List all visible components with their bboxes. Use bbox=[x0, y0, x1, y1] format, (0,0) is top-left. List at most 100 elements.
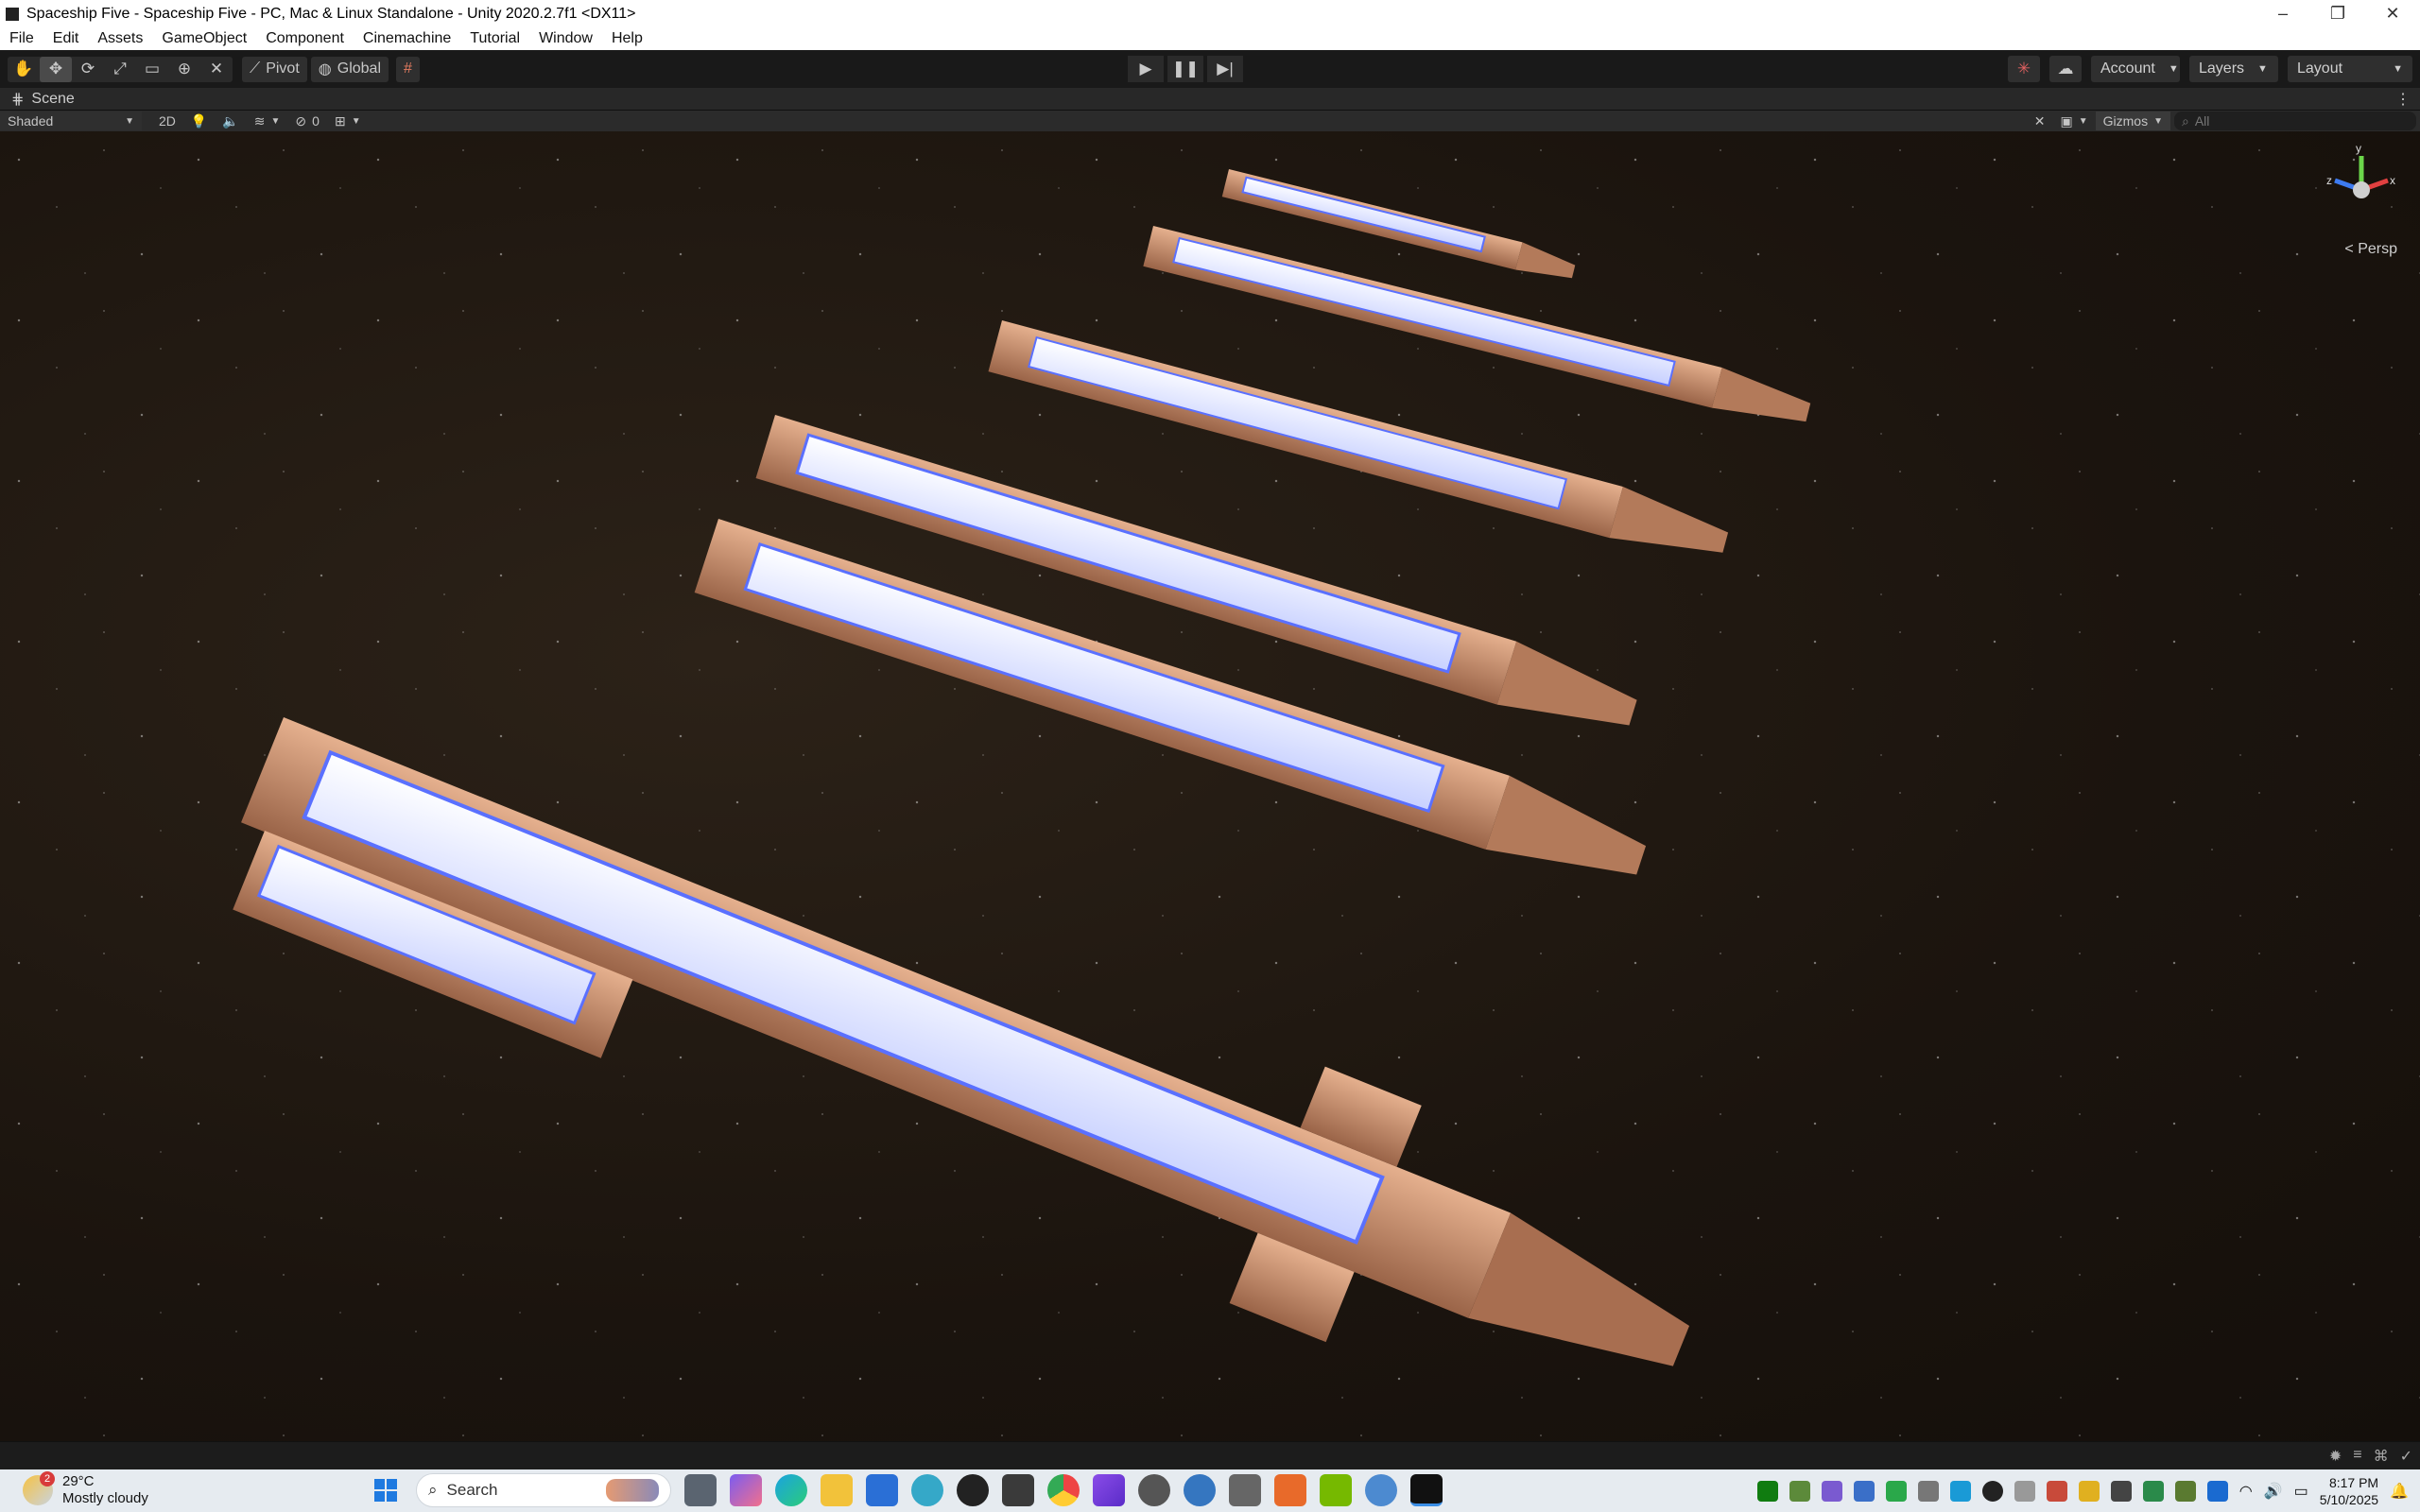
hidden-objects-toggle[interactable]: ⊘ 0 bbox=[287, 112, 327, 130]
alienware-icon[interactable] bbox=[957, 1474, 989, 1506]
global-toggle[interactable]: ◍ Global bbox=[310, 56, 389, 82]
shading-mode-dropdown[interactable]: Shaded ▼ bbox=[0, 112, 142, 130]
app-icon-6[interactable] bbox=[1274, 1474, 1306, 1506]
tray-app-icon-11[interactable] bbox=[2206, 1480, 2228, 1502]
menu-gameobject[interactable]: GameObject bbox=[152, 30, 256, 47]
chevron-down-icon: ▼ bbox=[2257, 63, 2268, 75]
gizmos-dropdown[interactable]: Gizmos ▼ bbox=[2095, 112, 2170, 130]
camera-dropdown[interactable]: ▣ ▼ bbox=[2053, 112, 2096, 130]
move-tool-icon[interactable]: ✥ bbox=[40, 56, 72, 82]
vscode-icon[interactable] bbox=[1853, 1480, 1875, 1502]
layout-dropdown[interactable]: Layout ▼ bbox=[2288, 56, 2412, 82]
tray-app-icon-8[interactable] bbox=[2078, 1480, 2100, 1502]
tray-app-icon-6[interactable] bbox=[2014, 1480, 2035, 1502]
app-icon-2[interactable] bbox=[1002, 1474, 1034, 1506]
status-icons: ✹ ≡ ⌘ ✓ bbox=[2329, 1447, 2412, 1466]
rect-tool-icon[interactable]: ▭ bbox=[136, 57, 168, 82]
account-dropdown[interactable]: Account ▼ bbox=[2091, 56, 2180, 82]
search-icon: ⌕ bbox=[428, 1481, 438, 1499]
weather-widget[interactable]: 2 29°C Mostly cloudy bbox=[23, 1471, 148, 1507]
scale-tool-icon[interactable]: ⤢ bbox=[104, 57, 136, 82]
bug-icon[interactable]: ✹ bbox=[2329, 1447, 2342, 1466]
step-button[interactable]: ▶| bbox=[1207, 56, 1243, 82]
collab-icon[interactable]: ✳ bbox=[2008, 56, 2040, 82]
notification-icon[interactable]: 🔔 bbox=[2390, 1482, 2409, 1501]
task-view-icon[interactable] bbox=[684, 1474, 717, 1506]
app-icon-5[interactable] bbox=[1229, 1474, 1261, 1506]
xbox-icon[interactable] bbox=[1756, 1480, 1778, 1502]
ime-icon[interactable] bbox=[2110, 1480, 2132, 1502]
app-icon-1[interactable] bbox=[911, 1474, 943, 1506]
globe-icon: ◍ bbox=[318, 61, 332, 77]
transform-tools: ✋ ✥ ⟳ ⤢ ▭ ⊕ ✕ bbox=[8, 56, 233, 82]
close-button[interactable]: ✕ bbox=[2365, 0, 2420, 27]
copilot-icon[interactable] bbox=[730, 1474, 762, 1506]
chevron-down-icon: ▼ bbox=[270, 115, 281, 127]
edge-icon[interactable] bbox=[775, 1474, 807, 1506]
menu-component[interactable]: Component bbox=[256, 30, 354, 47]
tray-app-icon-10[interactable] bbox=[2174, 1480, 2196, 1502]
menu-file[interactable]: File bbox=[0, 30, 43, 47]
orientation-gizmo[interactable]: y z x bbox=[2324, 143, 2399, 256]
scene-tab-label: Scene bbox=[31, 90, 75, 107]
menu-help[interactable]: Help bbox=[602, 30, 652, 47]
menu-cinemachine[interactable]: Cinemachine bbox=[354, 30, 460, 47]
scene-search-input[interactable]: ⌕ All bbox=[2174, 112, 2416, 130]
maximize-button[interactable]: ❐ bbox=[2310, 0, 2365, 27]
pivot-toggle[interactable]: ⟋ Pivot bbox=[242, 56, 307, 82]
app-icon-3[interactable] bbox=[1093, 1474, 1125, 1506]
chrome-icon[interactable] bbox=[1047, 1474, 1080, 1506]
taskbar-clock[interactable]: 8:17 PM 5/10/2025 bbox=[2320, 1474, 2378, 1508]
grammarly-icon[interactable] bbox=[1981, 1480, 2003, 1502]
taskbar-search[interactable]: ⌕ Search bbox=[416, 1473, 671, 1507]
hand-tool-icon[interactable]: ✋ bbox=[8, 57, 40, 82]
layers-dropdown[interactable]: Layers ▼ bbox=[2189, 56, 2278, 82]
tray-app-icon-9[interactable] bbox=[2142, 1480, 2164, 1502]
tray-app-icon-7[interactable] bbox=[2046, 1480, 2067, 1502]
effects-dropdown[interactable]: ≋ ▼ bbox=[247, 112, 288, 130]
windows-start-icon[interactable] bbox=[369, 1473, 403, 1507]
play-button[interactable]: ▶ bbox=[1128, 56, 1164, 82]
grid-dropdown[interactable]: ⊞ ▼ bbox=[327, 112, 369, 130]
transform-tool-icon[interactable]: ⊕ bbox=[168, 57, 200, 82]
menu-tutorial[interactable]: Tutorial bbox=[460, 30, 529, 47]
nvidia-icon[interactable] bbox=[1320, 1474, 1352, 1506]
obs-icon[interactable] bbox=[1138, 1474, 1170, 1506]
chevron-down-icon: ▼ bbox=[2153, 115, 2163, 127]
scene-search-placeholder: All bbox=[2194, 113, 2210, 129]
wifi-icon[interactable]: ◠ bbox=[2239, 1482, 2253, 1501]
lighting-toggle[interactable]: 💡 bbox=[183, 112, 215, 130]
perspective-label[interactable]: < Persp bbox=[2344, 241, 2397, 258]
cloud-icon[interactable]: ☁ bbox=[2049, 56, 2082, 82]
rotate-tool-icon[interactable]: ⟳ bbox=[72, 57, 104, 82]
file-explorer-icon[interactable] bbox=[821, 1474, 853, 1506]
unity-taskbar-icon[interactable] bbox=[1410, 1474, 1443, 1506]
tray-app-icon-3[interactable] bbox=[1885, 1480, 1907, 1502]
network-icon[interactable]: ⌘ bbox=[2374, 1447, 2389, 1466]
menu-edit[interactable]: Edit bbox=[43, 30, 89, 47]
store-icon[interactable] bbox=[866, 1474, 898, 1506]
stack-icon[interactable]: ≡ bbox=[2353, 1447, 2361, 1466]
tray-app-icon-2[interactable] bbox=[1821, 1480, 1842, 1502]
tab-menu-icon[interactable]: ⋮ bbox=[2395, 90, 2420, 109]
tray-app-icon-4[interactable] bbox=[1917, 1480, 1939, 1502]
menu-window[interactable]: Window bbox=[529, 30, 602, 47]
scene-viewport[interactable]: y z x < Persp bbox=[0, 131, 2420, 1441]
pivot-label: Pivot bbox=[266, 60, 300, 77]
tray-app-icon-1[interactable] bbox=[1789, 1480, 1810, 1502]
battery-icon[interactable]: ▭ bbox=[2294, 1482, 2308, 1501]
minimize-button[interactable]: – bbox=[2256, 0, 2310, 27]
volume-icon[interactable]: 🔊 bbox=[2264, 1482, 2283, 1501]
pause-button[interactable]: ❚❚ bbox=[1167, 56, 1203, 82]
grid-snap-button[interactable]: # bbox=[396, 56, 420, 82]
tray-app-icon-5[interactable] bbox=[1949, 1480, 1971, 1502]
tab-scene[interactable]: ⋕ Scene bbox=[0, 90, 84, 109]
menu-assets[interactable]: Assets bbox=[88, 30, 152, 47]
audio-toggle[interactable]: 🔈 bbox=[215, 112, 246, 130]
app-icon-4[interactable] bbox=[1184, 1474, 1216, 1506]
app-icon-7[interactable] bbox=[1365, 1474, 1397, 1506]
custom-tool-icon[interactable]: ✕ bbox=[200, 57, 233, 82]
toggle-2d-button[interactable]: 2D bbox=[151, 112, 183, 130]
tools-icon[interactable]: ✕ bbox=[2027, 112, 2053, 130]
check-icon[interactable]: ✓ bbox=[2400, 1447, 2412, 1466]
